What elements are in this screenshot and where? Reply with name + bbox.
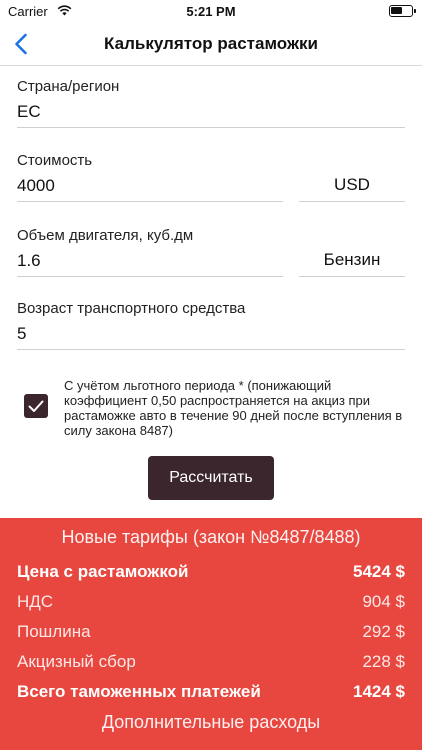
checkmark-icon [28, 400, 44, 412]
result-label: Всего таможенных платежей [17, 682, 261, 701]
country-label: Страна/регион [17, 78, 120, 95]
fuel-type-select[interactable]: Бензин [299, 245, 405, 277]
result-row-vat: НДС 904 $ [17, 592, 405, 616]
calculate-button[interactable]: Рассчитать [148, 456, 274, 500]
engine-volume-input[interactable] [17, 245, 283, 277]
result-row-total-payments: Всего таможенных платежей 1424 $ [17, 682, 405, 706]
nav-bar: Калькулятор растаможки [0, 22, 422, 66]
currency-select[interactable]: USD [299, 170, 405, 202]
vehicle-age-label: Возраст транспортного средства [17, 300, 246, 317]
result-row-excise: Акцизный сбор 228 $ [17, 652, 405, 676]
result-value: 904 $ [362, 592, 405, 611]
result-label: Пошлина [17, 622, 91, 641]
grace-period-checkbox[interactable] [24, 394, 48, 418]
result-row-total-price: Цена с растаможкой 5424 $ [17, 562, 405, 586]
result-row-duty: Пошлина 292 $ [17, 622, 405, 646]
vehicle-age-input[interactable] [17, 318, 405, 350]
country-input[interactable] [17, 96, 405, 128]
battery-level-fill [391, 7, 402, 14]
cost-label: Стоимость [17, 152, 93, 169]
status-bar: Carrier 5:21 PM [0, 0, 422, 22]
result-value: 228 $ [362, 652, 405, 671]
result-value: 1424 $ [353, 682, 405, 701]
result-value: 292 $ [362, 622, 405, 641]
result-label: Цена с растаможкой [17, 562, 189, 581]
page-title: Калькулятор растаможки [104, 34, 318, 53]
additional-costs-link[interactable]: Дополнительные расходы [0, 712, 422, 733]
results-panel: Новые тарифы (закон №8487/8488) Цена с р… [0, 518, 422, 750]
result-value: 5424 $ [353, 562, 405, 581]
engine-volume-label: Объем двигателя, куб.дм [17, 227, 194, 244]
result-label: НДС [17, 592, 54, 611]
battery-icon [389, 5, 416, 17]
results-title: Новые тарифы (закон №8487/8488) [61, 527, 361, 547]
grace-period-text: С учётом льготного периода * (понижающий… [64, 378, 403, 438]
result-label: Акцизный сбор [17, 652, 136, 671]
status-time: 5:21 PM [186, 4, 236, 19]
cost-input[interactable] [17, 170, 283, 202]
